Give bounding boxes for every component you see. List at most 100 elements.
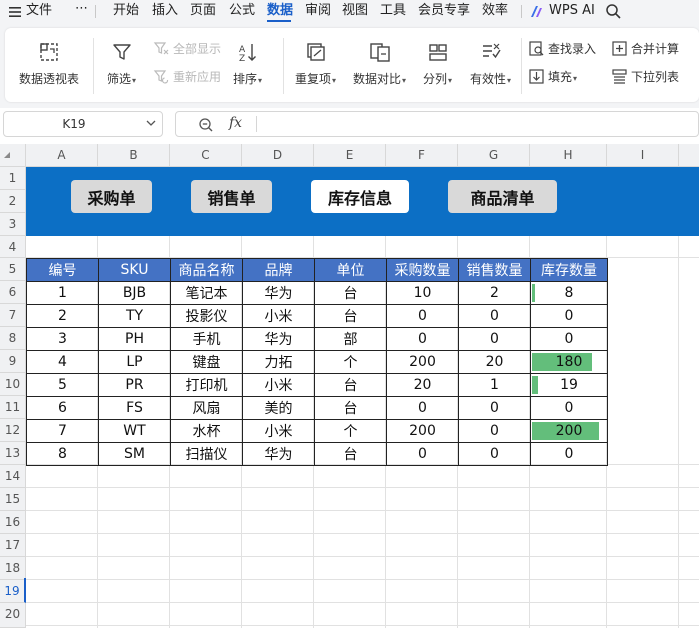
cell-sku[interactable]: WT bbox=[98, 419, 171, 443]
row-header[interactable]: 17 bbox=[0, 534, 26, 557]
cell-id[interactable]: 1 bbox=[26, 281, 99, 305]
cell-purchase-qty[interactable]: 0 bbox=[386, 442, 459, 466]
filter-button[interactable]: 筛选▾ bbox=[107, 41, 136, 87]
nav-button-product-list[interactable]: 商品清单 bbox=[448, 180, 557, 213]
column-header-h[interactable]: H bbox=[530, 144, 607, 167]
tab-insert[interactable]: 插入 bbox=[152, 3, 178, 19]
cell-sales-qty[interactable]: 1 bbox=[458, 373, 531, 397]
cell-stock-qty[interactable]: 0 bbox=[530, 304, 608, 328]
nav-button-purchase-order[interactable]: 采购单 bbox=[71, 180, 152, 213]
cell-id[interactable]: 6 bbox=[26, 396, 99, 420]
nav-button-sales-order[interactable]: 销售单 bbox=[191, 180, 272, 213]
cell-id[interactable]: 7 bbox=[26, 419, 99, 443]
cell-id[interactable]: 3 bbox=[26, 327, 99, 351]
row-header[interactable]: 7 bbox=[0, 304, 26, 327]
cell-stock-qty[interactable]: 0 bbox=[530, 396, 608, 420]
cell-brand[interactable]: 华为 bbox=[242, 442, 315, 466]
cell-id[interactable]: 5 bbox=[26, 373, 99, 397]
sort-button[interactable]: A Z 排序▾ bbox=[233, 41, 262, 87]
cell-sku[interactable]: PH bbox=[98, 327, 171, 351]
cell-purchase-qty[interactable]: 20 bbox=[386, 373, 459, 397]
row-header[interactable]: 2 bbox=[0, 190, 26, 213]
cell-sales-qty[interactable]: 0 bbox=[458, 304, 531, 328]
cell-purchase-qty[interactable]: 200 bbox=[386, 350, 459, 374]
fill-button[interactable]: 填充▾ bbox=[528, 66, 577, 86]
cell-sales-qty[interactable]: 0 bbox=[458, 396, 531, 420]
fx-icon[interactable]: fx bbox=[229, 115, 242, 131]
row-header[interactable]: 16 bbox=[0, 511, 26, 534]
header-unit[interactable]: 单位 bbox=[314, 258, 387, 282]
row-header[interactable]: 1 bbox=[0, 167, 26, 190]
nav-button-inventory-info[interactable]: 库存信息 bbox=[311, 180, 409, 213]
menu-more[interactable]: ⋯ bbox=[75, 1, 88, 17]
column-header-b[interactable]: B bbox=[98, 144, 170, 167]
cell-purchase-qty[interactable]: 0 bbox=[386, 327, 459, 351]
cell-purchase-qty[interactable]: 200 bbox=[386, 419, 459, 443]
cell-sku[interactable]: LP bbox=[98, 350, 171, 374]
row-header[interactable]: 5 bbox=[0, 258, 26, 281]
cell-product-name[interactable]: 键盘 bbox=[170, 350, 243, 374]
tab-member[interactable]: 会员专享 bbox=[418, 3, 470, 19]
cell-product-name[interactable]: 笔记本 bbox=[170, 281, 243, 305]
header-purchase-qty[interactable]: 采购数量 bbox=[386, 258, 459, 282]
cell-sku[interactable]: FS bbox=[98, 396, 171, 420]
hamburger-menu-icon[interactable] bbox=[8, 5, 22, 19]
cell-unit[interactable]: 台 bbox=[314, 304, 387, 328]
cell-unit[interactable]: 台 bbox=[314, 281, 387, 305]
header-brand[interactable]: 品牌 bbox=[242, 258, 315, 282]
dropdown-list-button[interactable]: 下拉列表 bbox=[611, 66, 679, 86]
cell-unit[interactable]: 部 bbox=[314, 327, 387, 351]
cell-sales-qty[interactable]: 0 bbox=[458, 442, 531, 466]
tab-review[interactable]: 审阅 bbox=[305, 3, 331, 19]
column-header-a[interactable]: A bbox=[26, 144, 98, 167]
show-all-button[interactable]: 全部显示 bbox=[153, 38, 221, 58]
tab-start[interactable]: 开始 bbox=[113, 3, 139, 19]
cell-sales-qty[interactable]: 0 bbox=[458, 327, 531, 351]
column-header-e[interactable]: E bbox=[314, 144, 386, 167]
cell-unit[interactable]: 个 bbox=[314, 419, 387, 443]
split-column-button[interactable]: 分列▾ bbox=[423, 41, 452, 87]
cell-product-name[interactable]: 风扇 bbox=[170, 396, 243, 420]
tab-page[interactable]: 页面 bbox=[190, 3, 216, 19]
search-icon[interactable] bbox=[605, 3, 622, 20]
name-box[interactable]: K19 bbox=[3, 111, 163, 137]
row-header[interactable]: 13 bbox=[0, 442, 26, 465]
row-header[interactable]: 14 bbox=[0, 465, 26, 488]
menu-file[interactable]: 文件 bbox=[26, 3, 52, 19]
cell-product-name[interactable]: 扫描仪 bbox=[170, 442, 243, 466]
chevron-down-icon[interactable] bbox=[145, 116, 157, 130]
cell-brand[interactable]: 力拓 bbox=[242, 350, 315, 374]
cell-purchase-qty[interactable]: 0 bbox=[386, 396, 459, 420]
formula-input[interactable]: fx bbox=[175, 111, 699, 137]
tab-data[interactable]: 数据 bbox=[267, 3, 293, 19]
header-sku[interactable]: SKU bbox=[98, 258, 171, 282]
tab-efficiency[interactable]: 效率 bbox=[482, 3, 508, 19]
row-header[interactable]: 10 bbox=[0, 373, 26, 396]
wps-ai-button[interactable]: WPS AI bbox=[549, 3, 595, 19]
column-header-j[interactable] bbox=[679, 144, 699, 167]
cell-product-name[interactable]: 手机 bbox=[170, 327, 243, 351]
spreadsheet-grid[interactable]: A B C D E F G H I 1 2 3 4 5 6 7 8 9 10 1… bbox=[0, 144, 699, 628]
duplicates-button[interactable]: 重复项▾ bbox=[295, 41, 336, 87]
cell-id[interactable]: 8 bbox=[26, 442, 99, 466]
cell-purchase-qty[interactable]: 10 bbox=[386, 281, 459, 305]
row-header[interactable]: 4 bbox=[0, 236, 26, 258]
column-header-c[interactable]: C bbox=[170, 144, 242, 167]
validity-button[interactable]: 有效性▾ bbox=[470, 41, 511, 87]
merge-calc-button[interactable]: 合并计算 bbox=[611, 38, 679, 58]
row-header-selected[interactable]: 19 bbox=[0, 580, 26, 603]
header-id[interactable]: 编号 bbox=[26, 258, 99, 282]
row-header[interactable]: 6 bbox=[0, 281, 26, 304]
row-header[interactable]: 9 bbox=[0, 350, 26, 373]
row-header[interactable]: 3 bbox=[0, 213, 26, 236]
cell-sku[interactable]: TY bbox=[98, 304, 171, 328]
cell-product-name[interactable]: 水杯 bbox=[170, 419, 243, 443]
tab-tools[interactable]: 工具 bbox=[380, 3, 406, 19]
cell-sku[interactable]: BJB bbox=[98, 281, 171, 305]
column-header-g[interactable]: G bbox=[458, 144, 530, 167]
pivot-table-button[interactable]: 数据透视表 bbox=[19, 41, 79, 87]
row-header[interactable]: 18 bbox=[0, 557, 26, 580]
header-stock-qty[interactable]: 库存数量 bbox=[530, 258, 608, 282]
cell-brand[interactable]: 小米 bbox=[242, 304, 315, 328]
cell-brand[interactable]: 小米 bbox=[242, 373, 315, 397]
